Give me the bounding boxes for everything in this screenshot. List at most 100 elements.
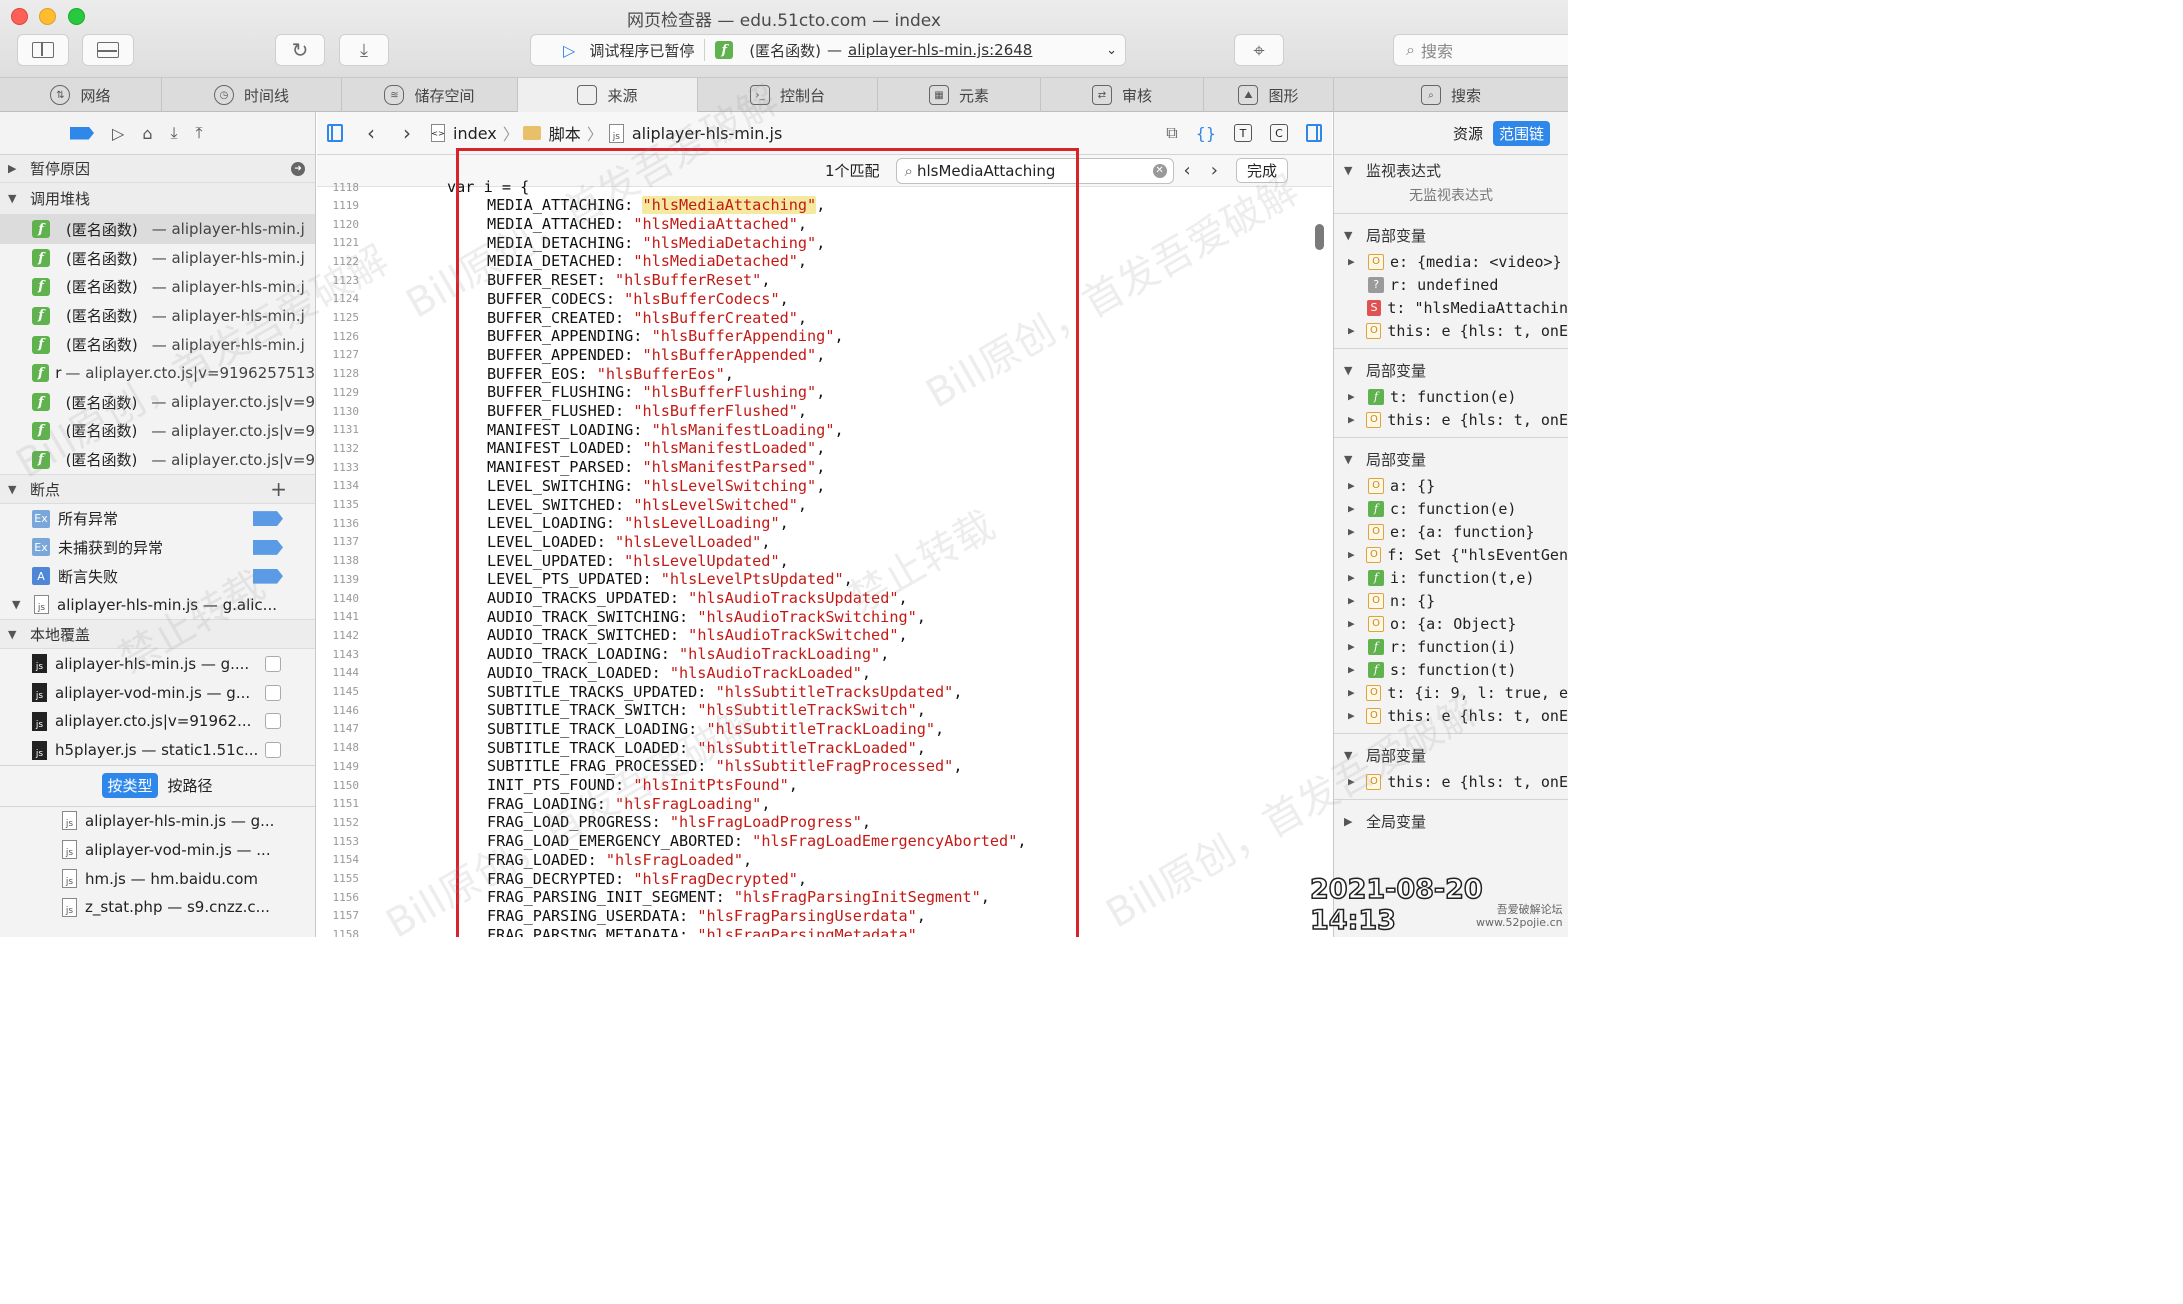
chevron-down-icon[interactable]: ⌄ <box>1106 43 1117 58</box>
breakpoint-uncaught-exceptions[interactable]: Ex 未捕获到的异常 <box>0 533 315 562</box>
clear-icon[interactable]: ✕ <box>1152 163 1167 178</box>
resource-file[interactable]: js z_stat.php — s9.cnzz.c... <box>0 893 315 922</box>
breadcrumb-file[interactable]: aliplayer-hls-min.js <box>632 124 782 143</box>
next-match-icon[interactable]: › <box>1211 160 1218 181</box>
code-line[interactable]: 1122 MEDIA_DETACHED: "hlsMediaDetached", <box>317 252 808 271</box>
resume-icon[interactable]: ▷ <box>563 41 575 60</box>
call-frame[interactable]: f (匿名函数) — aliplayer.cto.js|v=9 <box>0 445 315 474</box>
scope-variable[interactable]: ▶ Oa: {} <box>1334 474 1568 497</box>
override-checkbox[interactable] <box>265 655 281 672</box>
code-line[interactable]: 1151 FRAG_LOADING: "hlsFragLoading", <box>317 794 771 813</box>
local-variables-section[interactable]: ▼ 局部变量 <box>1334 740 1568 770</box>
step-out-icon[interactable]: ⤒ <box>196 123 203 143</box>
code-line[interactable]: 1124 BUFFER_CODECS: "hlsBufferCodecs", <box>317 290 789 309</box>
call-frame[interactable]: f (匿名函数) — aliplayer-hls-min.j <box>0 273 315 302</box>
code-line[interactable]: 1154 FRAG_LOADED: "hlsFragLoaded", <box>317 851 753 870</box>
element-picker-button[interactable]: ⌖ <box>1234 34 1284 66</box>
copy-icon[interactable]: ⧉ <box>1166 123 1177 143</box>
override-item[interactable]: js h5player.js — static1.51c... <box>0 736 315 765</box>
forward-icon[interactable]: › <box>403 121 411 145</box>
code-line[interactable]: 1139 LEVEL_PTS_UPDATED: "hlsLevelPtsUpdat… <box>317 570 853 589</box>
scope-variable[interactable]: ▶ f r: function(i) <box>1334 635 1568 658</box>
scope-variable[interactable]: ▶ Othis: e {hls: t, onE <box>1334 704 1568 727</box>
code-line[interactable]: 1150 INIT_PTS_FOUND: "hlsInitPtsFound", <box>317 776 798 795</box>
code-line[interactable]: 1126 BUFFER_APPENDING: "hlsBufferAppendin… <box>317 327 844 346</box>
tab-network[interactable]: ⇅ 网络 <box>0 78 162 112</box>
scope-variable[interactable]: ▶ On: {} <box>1334 589 1568 612</box>
previous-match-icon[interactable]: ‹ <box>1184 160 1191 181</box>
scope-variable[interactable]: ▶ Oe: {a: function} <box>1334 520 1568 543</box>
scope-variable[interactable]: ▶ Othis: e {hls: t, onE <box>1334 319 1568 342</box>
resource-file[interactable]: js aliplayer-hls-min.js — g... <box>0 807 315 836</box>
call-frame[interactable]: f r — aliplayer.cto.js|v=9196257513 <box>0 359 315 388</box>
breakpoint-toggle[interactable] <box>253 568 283 584</box>
scope-variable[interactable]: ▶ Oo: {a: Object} <box>1334 612 1568 635</box>
scope-variable[interactable]: ▶ Of: Set {"hlsEventGen <box>1334 543 1568 566</box>
breadcrumb-root[interactable]: index <box>453 124 497 143</box>
local-variables-section[interactable]: ▼ 局部变量 <box>1334 444 1568 474</box>
tab-console[interactable]: ›_ 控制台 <box>698 78 878 112</box>
call-frame[interactable]: f (匿名函数) — aliplayer-hls-min.j <box>0 215 315 244</box>
reload-button[interactable]: ↻ <box>275 34 325 66</box>
continue-icon[interactable]: ▷ <box>112 124 124 143</box>
local-overrides-section[interactable]: ▼ 本地覆盖 <box>0 619 315 650</box>
breakpoint-toggle[interactable] <box>253 539 283 555</box>
code-line[interactable]: 1133 MANIFEST_PARSED: "hlsManifestParsed"… <box>317 458 826 477</box>
code-line[interactable]: 1138 LEVEL_UPDATED: "hlsLevelUpdated", <box>317 551 789 570</box>
scope-variable[interactable]: St: "hlsMediaAttachin <box>1334 296 1568 319</box>
call-frame[interactable]: f (匿名函数) — aliplayer-hls-min.j <box>0 301 315 330</box>
step-into-icon[interactable]: ⤓ <box>170 123 177 143</box>
call-stack-section[interactable]: ▼ 调用堆栈 <box>0 183 315 215</box>
dock-bottom-button[interactable] <box>82 34 134 66</box>
override-item[interactable]: js aliplayer.cto.js|v=91962... <box>0 707 315 736</box>
tab-search[interactable]: ⌕ 搜索 <box>1334 78 1568 112</box>
scope-variable[interactable]: ▶ Othis: e {hls: t, onE <box>1334 408 1568 431</box>
tab-timeline[interactable]: ◷ 时间线 <box>162 78 342 112</box>
override-checkbox[interactable] <box>265 742 281 759</box>
tab-resources[interactable]: 资源 <box>1453 123 1483 144</box>
toggle-navigator-icon[interactable] <box>327 124 343 142</box>
resource-file[interactable]: js hm.js — hm.baidu.com <box>0 864 315 893</box>
tab-storage[interactable]: ≋ 储存空间 <box>342 78 518 112</box>
override-checkbox[interactable] <box>265 713 281 730</box>
tab-by-path[interactable]: 按路径 <box>168 775 213 796</box>
code-line[interactable]: 1144 AUDIO_TRACK_LOADED: "hlsAudioTrackLo… <box>317 664 872 683</box>
scope-variable[interactable]: ▶ Othis: e {hls: t, onE <box>1334 770 1568 793</box>
step-over-icon[interactable]: ⌂ <box>142 124 152 143</box>
back-icon[interactable]: ‹ <box>367 121 375 145</box>
local-variables-section[interactable]: ▼ 局部变量 <box>1334 220 1568 250</box>
watch-expressions-section[interactable]: ▼ 监视表达式 <box>1334 155 1568 185</box>
code-line[interactable]: 1125 BUFFER_CREATED: "hlsBufferCreated", <box>317 308 808 327</box>
status-location[interactable]: aliplayer-hls-min.js:2648 <box>848 41 1032 59</box>
code-line[interactable]: 1145 SUBTITLE_TRACKS_UPDATED: "hlsSubtitl… <box>317 682 963 701</box>
done-button[interactable]: 完成 <box>1235 158 1288 183</box>
code-line[interactable]: 1143 AUDIO_TRACK_LOADING: "hlsAudioTrackL… <box>317 645 890 664</box>
code-line[interactable]: 1132 MANIFEST_LOADED: "hlsManifestLoaded"… <box>317 439 826 458</box>
download-button[interactable]: ⤓ <box>339 34 389 66</box>
code-line[interactable]: 1153 FRAG_LOAD_EMERGENCY_ABORTED: "hlsFra… <box>317 832 1027 851</box>
code-line[interactable]: 1129 BUFFER_FLUSHING: "hlsBufferFlushing"… <box>317 383 826 402</box>
dock-side-button[interactable] <box>17 34 69 66</box>
code-line[interactable]: 1121 MEDIA_DETACHING: "hlsMediaDetaching"… <box>317 233 826 252</box>
tab-elements[interactable]: ▦ 元素 <box>878 78 1041 112</box>
tab-graphics[interactable]: ⛰ 图形 <box>1204 78 1334 112</box>
scope-variable[interactable]: ? r: undefined <box>1334 273 1568 296</box>
code-line[interactable]: 1134 LEVEL_SWITCHING: "hlsLevelSwitching"… <box>317 477 826 496</box>
scope-variable[interactable]: ▶ f s: function(t) <box>1334 658 1568 681</box>
code-line[interactable]: 1148 SUBTITLE_TRACK_LOADED: "hlsSubtitleT… <box>317 738 926 757</box>
code-line[interactable]: 1146 SUBTITLE_TRACK_SWITCH: "hlsSubtitleT… <box>317 701 926 720</box>
scope-variable[interactable]: ▶ Ot: {i: 9, l: true, e <box>1334 681 1568 704</box>
scope-variable[interactable]: ▶ f c: function(e) <box>1334 497 1568 520</box>
call-frame[interactable]: f (匿名函数) — aliplayer-hls-min.j <box>0 330 315 359</box>
type-text-icon[interactable]: T <box>1234 124 1252 142</box>
tab-audit[interactable]: ⇄ 审核 <box>1041 78 1204 112</box>
override-item[interactable]: js aliplayer-vod-min.js — g... <box>0 678 315 707</box>
code-line[interactable]: 1155 FRAG_DECRYPTED: "hlsFragDecrypted", <box>317 869 808 888</box>
breakpoint-assertion-failures[interactable]: A 断言失败 <box>0 562 315 591</box>
tab-by-type[interactable]: 按类型 <box>102 773 158 799</box>
global-variables-section[interactable]: ▶ 全局变量 <box>1334 806 1568 836</box>
code-line[interactable]: 1118 var i = { <box>317 178 530 197</box>
override-checkbox[interactable] <box>265 684 281 701</box>
coverage-icon[interactable]: C <box>1270 124 1288 142</box>
pretty-print-icon[interactable]: {} <box>1196 124 1216 143</box>
